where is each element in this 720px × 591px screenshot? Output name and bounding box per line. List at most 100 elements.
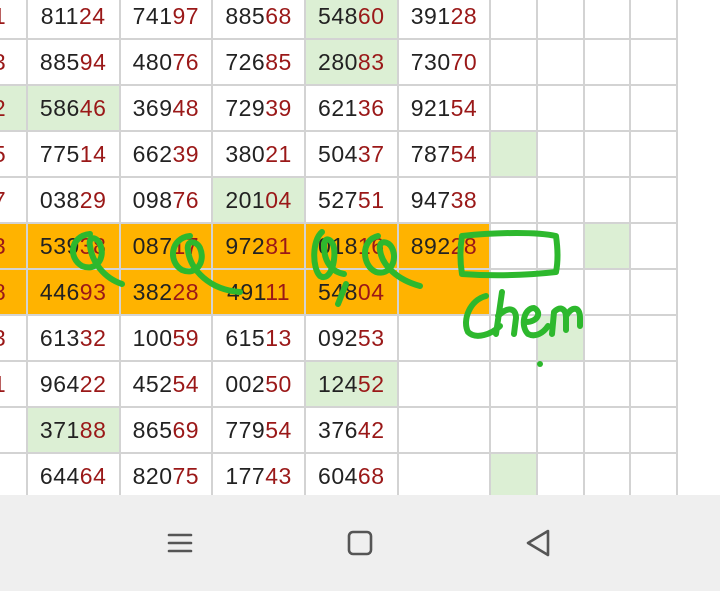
- table-cell: [629, 130, 678, 178]
- cell-tail-digits: 54: [450, 94, 478, 121]
- cell-tail-digits: 16: [357, 232, 385, 259]
- cell-head-digits: 177: [225, 462, 266, 489]
- cell-head-digits: 376: [318, 416, 358, 443]
- table-cell: [583, 360, 632, 408]
- cell-tail-digits: 54: [265, 416, 292, 443]
- table-cell: [396, 360, 492, 408]
- cell-head-digits: 621: [318, 94, 358, 121]
- table-cell: [489, 130, 538, 178]
- table-cell: 45254: [118, 360, 214, 408]
- table-cell: [583, 0, 632, 40]
- table-cell: [583, 130, 632, 178]
- table-cell: [489, 360, 538, 408]
- table-cell: 72685: [211, 38, 306, 86]
- cell-tail-digits: 28: [450, 2, 478, 29]
- system-navigation-bar: [0, 495, 720, 591]
- recent-apps-button[interactable]: [150, 519, 210, 567]
- cell-head-digits: 972: [225, 232, 266, 259]
- table-cell: [396, 314, 492, 362]
- table-cell: [489, 406, 538, 454]
- cell-tail-digits: 38: [79, 232, 107, 259]
- table-cell: 01816: [303, 222, 399, 270]
- table-cell: 86569: [118, 406, 214, 454]
- cell-tail-digits: 69: [172, 416, 200, 443]
- cell-head-digits: 726: [225, 48, 266, 75]
- cell-head-digits: 892: [410, 232, 451, 259]
- table-row: 557751466239380215043778754: [0, 130, 678, 178]
- table-cell: 08717: [118, 222, 214, 270]
- back-button[interactable]: [508, 519, 568, 567]
- cell-value: 91: [0, 371, 6, 397]
- table-cell: [629, 360, 678, 408]
- cell-head-digits: 921: [410, 94, 451, 121]
- table-cell: [629, 452, 678, 495]
- cell-head-digits: 002: [225, 370, 266, 397]
- table-cell: [489, 222, 538, 270]
- cell-head-digits: 586: [39, 94, 80, 121]
- cell-tail-digits: 22: [79, 370, 107, 397]
- table-cell: [583, 314, 632, 362]
- table-cell: 49111: [211, 268, 306, 316]
- table-cell: 53: [0, 222, 28, 270]
- cell-head-digits: 504: [318, 140, 358, 167]
- cell-tail-digits: 59: [172, 324, 200, 351]
- table-row: 818112474197885685486039128: [0, 0, 678, 40]
- table-cell: 33: [0, 314, 28, 362]
- table-cell: 00250: [211, 360, 306, 408]
- home-icon: [347, 530, 373, 556]
- cell-head-digits: 092: [318, 324, 358, 351]
- table-cell: 54860: [303, 0, 399, 40]
- table-cell: 08: [0, 268, 28, 316]
- cell-tail-digits: 42: [357, 416, 385, 443]
- cell-head-digits: 452: [132, 370, 173, 397]
- table-cell: 82075: [118, 452, 214, 495]
- cell-tail-digits: 04: [265, 186, 292, 213]
- table-row: 3361332100596151309253: [0, 314, 678, 362]
- cell-tail-digits: 39: [265, 94, 292, 121]
- cell-head-digits: 865: [132, 416, 173, 443]
- table-cell: 81: [0, 0, 28, 40]
- cell-tail-digits: 81: [265, 232, 292, 259]
- table-cell: 77514: [25, 130, 121, 178]
- cell-head-digits: 775: [39, 140, 80, 167]
- table-cell: [489, 38, 538, 86]
- table-cell: 91: [0, 360, 28, 408]
- cell-head-digits: 038: [39, 186, 80, 213]
- table-cell: [489, 452, 538, 495]
- table-cell: [535, 222, 586, 270]
- table-cell: 64464: [25, 452, 121, 495]
- cell-tail-digits: 04: [357, 278, 385, 305]
- table-cell: [583, 452, 632, 495]
- cell-head-digits: 787: [410, 140, 451, 167]
- cell-tail-digits: 54: [450, 140, 478, 167]
- home-button[interactable]: [330, 519, 390, 567]
- back-icon: [526, 529, 550, 557]
- cell-tail-digits: 46: [79, 94, 107, 121]
- table-cell: 44693: [25, 268, 121, 316]
- cell-head-digits: 280: [318, 48, 358, 75]
- cell-head-digits: 491: [227, 278, 266, 305]
- table-cell: 12: [0, 84, 28, 132]
- cell-tail-digits: 76: [172, 48, 200, 75]
- table-cell: 20104: [211, 176, 306, 224]
- cell-tail-digits: 68: [357, 462, 385, 489]
- cell-tail-digits: 37: [357, 140, 385, 167]
- table-cell: 55: [0, 130, 28, 178]
- cell-tail-digits: 97: [172, 2, 200, 29]
- cell-tail-digits: 24: [78, 2, 106, 29]
- table-cell: [583, 268, 632, 316]
- table-cell: [583, 406, 632, 454]
- table-cell: 03829: [25, 176, 121, 224]
- table-cell: 36948: [118, 84, 214, 132]
- cell-tail-digits: 85: [265, 48, 292, 75]
- table-cell: [583, 222, 632, 270]
- cell-tail-digits: 32: [79, 324, 107, 351]
- cell-head-digits: 382: [132, 278, 173, 305]
- table-cell: 13: [0, 38, 28, 86]
- table-cell: 37: [0, 176, 28, 224]
- cell-tail-digits: 75: [172, 462, 200, 489]
- table-cell: [489, 84, 538, 132]
- cell-value: 13: [0, 49, 6, 75]
- cell-value: 33: [0, 325, 6, 351]
- table-cell: 39128: [396, 0, 492, 40]
